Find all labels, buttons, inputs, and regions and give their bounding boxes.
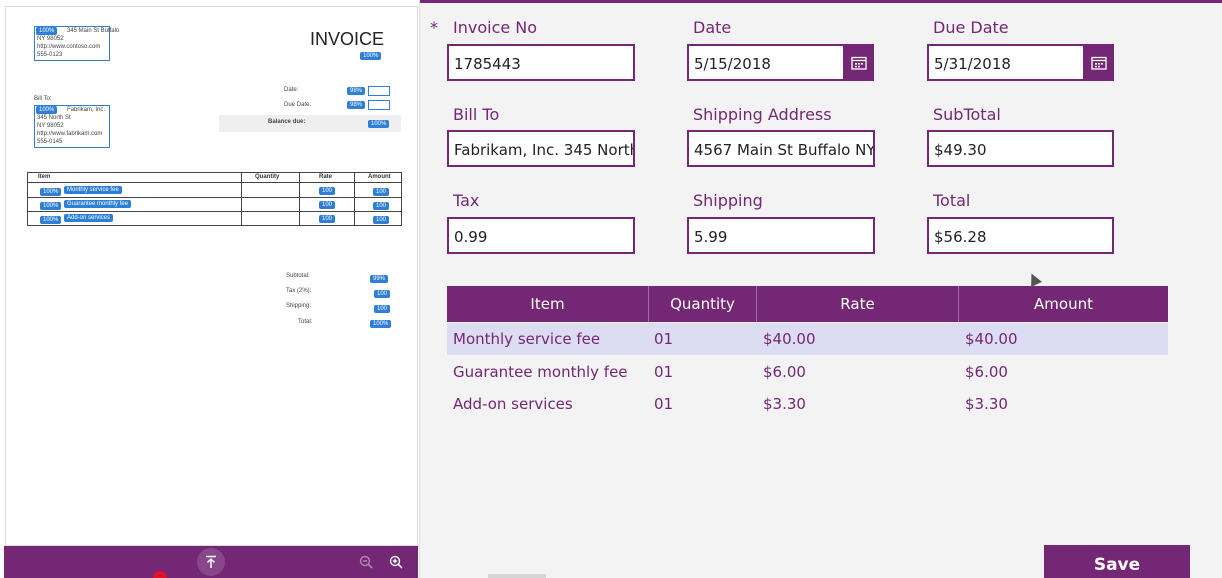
ocr-confidence-tax: 100 [374,290,391,298]
doc-th-quantity: Quantity [255,174,280,180]
ocr-confidence-amount: 100 [373,202,390,210]
doc-from-line: http://www.contoso.com [37,44,101,50]
cell-amount: $6.00 [965,363,1008,381]
table-header: Item Quantity Rate Amount [447,286,1168,322]
total-label: Total [933,191,971,210]
ocr-confidence-item: 100% [40,188,62,196]
column-header-amount[interactable]: Amount [959,286,1168,322]
doc-confidence-badge: 100% [360,52,382,60]
cell-quantity: 01 [654,330,674,348]
ocr-confidence-rate: 100 [319,215,336,223]
doc-item-text: Add-on services [64,214,114,222]
ocr-confidence-amount: 100 [373,188,390,196]
ocr-confidence-subtotal: 99% [370,275,389,283]
ocr-box-date[interactable] [368,86,390,96]
cell-item: Guarantee monthly fee [453,363,628,381]
ocr-confidence-date: 98% [347,87,366,95]
doc-th-amount: Amount [368,174,391,180]
table-row[interactable]: Add-on services 01 $3.30 $3.30 [447,388,1168,420]
shipping-label: Shipping [693,191,763,210]
tax-label: Tax [453,191,480,210]
doc-bill-to-label: Bill To: [34,96,52,102]
cell-quantity: 01 [654,363,674,381]
bill-to-label: Bill To [453,105,500,124]
doc-tax-label: Tax (2%): [286,288,312,294]
doc-th-rate: Rate [319,174,333,180]
due-date-calendar-icon[interactable] [1084,44,1114,81]
invoice-no-field[interactable]: 1785443 [447,44,635,81]
doc-bill-line: Fabrikam, Inc. [67,107,106,113]
scroll-to-top-icon[interactable] [197,548,225,576]
due-date-label: Due Date [933,18,1009,37]
zoom-in-icon[interactable] [382,548,410,576]
ocr-box-due-date[interactable] [368,100,390,110]
total-field[interactable]: $56.28 [927,217,1114,254]
column-header-item[interactable]: Item [447,286,649,322]
doc-date-label: Date: [284,87,299,93]
cell-item: Add-on services [453,395,573,413]
cell-amount: $3.30 [965,395,1008,413]
ocr-confidence-shipping: 100 [374,305,391,313]
preview-toolbar [4,546,418,578]
date-calendar-icon[interactable] [844,44,874,81]
doc-line-item-table: Item Quantity Rate Amount 100% Monthly s… [27,172,402,226]
tax-field[interactable]: 0.99 [447,217,635,254]
ocr-confidence-balance: 100% [368,120,390,128]
ocr-confidence-due-date: 98% [347,101,366,109]
doc-bill-line: http://www.fabrikam.com [37,131,103,137]
cell-rate: $6.00 [763,363,806,381]
table-row[interactable]: Monthly service fee 01 $40.00 $40.00 [447,323,1168,355]
subtotal-label: SubTotal [933,105,1001,124]
date-field[interactable]: 5/15/2018 [687,44,845,81]
cell-amount: $40.00 [965,330,1018,348]
invoice-no-label: Invoice No [453,18,538,37]
ocr-confidence-item: 100% [40,216,62,224]
doc-subtotal-label: Subtotal: [286,273,310,279]
horizontal-scrollbar[interactable] [488,574,546,578]
invoice-document-image: INVOICE 100% 100% 345 Main St Buffalo NY… [5,6,418,546]
column-header-rate[interactable]: Rate [757,286,959,322]
doc-shipping-label: Shipping: [286,303,312,309]
doc-total-label: Total: [298,319,313,325]
document-preview-pane: INVOICE 100% 100% 345 Main St Buffalo NY… [0,0,420,578]
bill-to-field[interactable]: Fabrikam, Inc. 345 North St NY 98052 [447,130,635,167]
due-date-field[interactable]: 5/31/2018 [927,44,1085,81]
doc-from-line: 555-0123 [37,52,63,58]
cell-item: Monthly service fee [453,330,601,348]
doc-bill-line: 345 North St [37,115,71,121]
ocr-confidence-item: 100% [40,202,62,210]
shipping-address-field[interactable]: 4567 Main St Buffalo NY 98052 [687,130,875,167]
date-label: Date [693,18,732,37]
doc-bill-line: 555-0145 [37,139,63,145]
doc-th-item: Item [38,174,51,180]
cell-rate: $40.00 [763,330,816,348]
doc-bill-line: NY 98052 [37,123,64,129]
ocr-confidence-rate: 100 [319,201,336,209]
recording-indicator [153,571,167,578]
shipping-field[interactable]: 5.99 [687,217,875,254]
ocr-confidence-rate: 100 [319,187,336,195]
doc-item-text: Monthly service fee [64,186,122,194]
mouse-cursor-icon [1026,271,1042,287]
doc-from-line: NY 98052 [37,36,64,42]
table-row[interactable]: Guarantee monthly fee 01 $6.00 $6.00 [447,356,1168,388]
doc-title: INVOICE [310,29,385,49]
zoom-out-icon[interactable] [352,548,380,576]
cell-quantity: 01 [654,395,674,413]
subtotal-field[interactable]: $49.30 [927,130,1114,167]
required-marker: * [430,18,438,37]
top-accent-bar [418,0,1222,3]
ocr-confidence-amount: 100 [373,216,390,224]
shipping-address-label: Shipping Address [693,105,832,124]
doc-item-text: Guarantee monthly fee [64,200,132,208]
ocr-confidence-total: 100% [370,320,392,328]
doc-due-date-label: Due Date: [284,102,312,108]
cell-rate: $3.30 [763,395,806,413]
doc-from-line: 345 Main St Buffalo [67,28,120,34]
doc-balance-due-label: Balance due: [268,119,306,125]
save-button[interactable]: Save [1044,545,1190,578]
column-header-quantity[interactable]: Quantity [649,286,757,322]
